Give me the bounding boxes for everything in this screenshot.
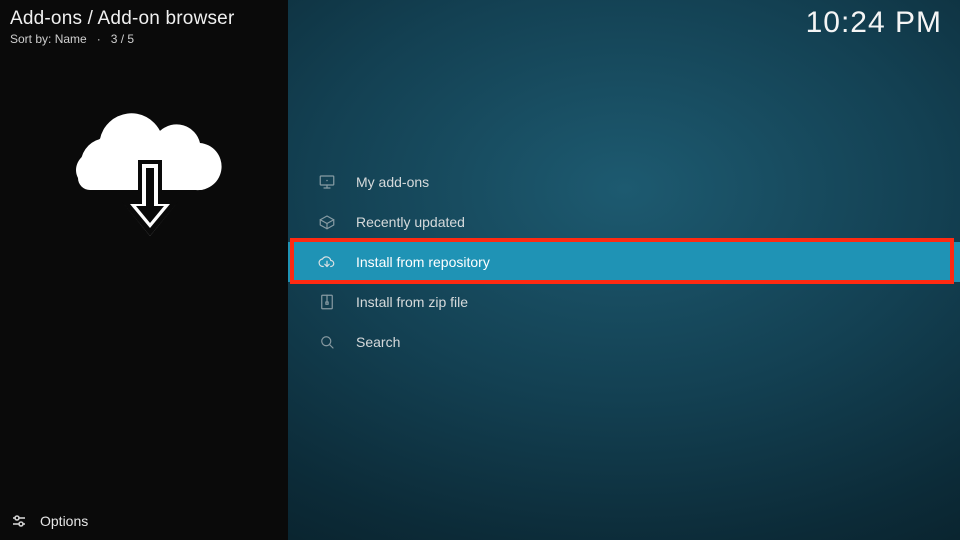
menu-item-label: Recently updated xyxy=(356,214,465,230)
sort-line: Sort by: Name · 3 / 5 xyxy=(10,32,234,46)
box-open-icon xyxy=(316,211,338,233)
cloud-down-icon xyxy=(316,251,338,273)
menu-item-search[interactable]: Search xyxy=(288,322,960,362)
main-panel: 10:24 PM My add-ons Recently updated Insta… xyxy=(288,0,960,540)
download-cloud-icon xyxy=(64,108,224,248)
list-position: 3 / 5 xyxy=(111,32,134,46)
search-icon xyxy=(316,331,338,353)
menu-item-label: Install from repository xyxy=(356,254,490,270)
sort-value: Name xyxy=(55,32,87,46)
zip-file-icon xyxy=(316,291,338,313)
sliders-icon xyxy=(10,512,28,530)
menu-item-label: Install from zip file xyxy=(356,294,468,310)
sidebar: Add-ons / Add-on browser Sort by: Name ·… xyxy=(0,0,288,540)
options-label: Options xyxy=(40,513,88,529)
menu-item-recently-updated[interactable]: Recently updated xyxy=(288,202,960,242)
menu-item-install-from-repository[interactable]: Install from repository xyxy=(288,242,960,282)
menu-item-label: My add-ons xyxy=(356,174,429,190)
menu-item-label: Search xyxy=(356,334,400,350)
header: Add-ons / Add-on browser Sort by: Name ·… xyxy=(10,8,234,46)
sort-prefix: Sort by: xyxy=(10,32,51,46)
menu-item-install-from-zip-file[interactable]: Install from zip file xyxy=(288,282,960,322)
sort-sep: · xyxy=(90,32,107,46)
clock: 10:24 PM xyxy=(806,6,942,40)
options-button[interactable]: Options xyxy=(10,512,88,530)
menu-list: My add-ons Recently updated Install from r… xyxy=(288,162,960,362)
monitor-icon xyxy=(316,171,338,193)
menu-item-my-add-ons[interactable]: My add-ons xyxy=(288,162,960,202)
breadcrumb: Add-ons / Add-on browser xyxy=(10,8,234,30)
